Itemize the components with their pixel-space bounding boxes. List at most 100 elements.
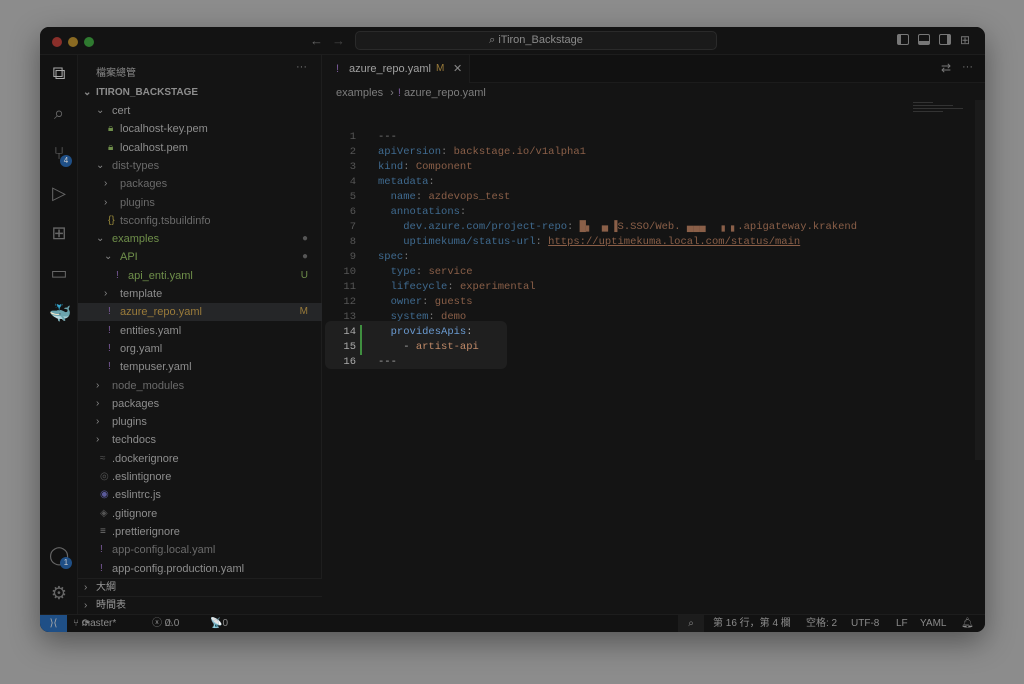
tree-item[interactable]: ⌄ dist-types [78, 157, 322, 175]
back-arrow-icon[interactable]: ← [310, 33, 323, 48]
tree-item[interactable]: › template [78, 285, 322, 303]
tree-item[interactable]: ⌄ cert [78, 102, 322, 120]
tree-item[interactable]: ⌄ API ● [78, 248, 322, 266]
search-icon[interactable]: ⌕ [49, 103, 69, 123]
tree-item[interactable]: ≡ .prettierignore [78, 523, 322, 541]
docker-icon[interactable]: 🐳 [49, 303, 71, 323]
tree-item[interactable]: ! tempuser.yaml [78, 358, 322, 376]
command-center-search[interactable]: ⌕ iTiron_Backstage [355, 31, 717, 50]
toggle-sidebar-icon[interactable] [897, 34, 909, 45]
tree-item[interactable]: › plugins [78, 194, 322, 212]
maximize-window-button[interactable] [84, 37, 94, 47]
code-line: name: azdevops_test [390, 191, 511, 203]
json-file-icon: {} [108, 214, 115, 226]
chevron-down-icon: ⌄ [96, 159, 105, 171]
code-line: apiVersion: backstage.io/v1alpha1 [378, 146, 586, 158]
more-actions-icon[interactable]: ··· [296, 61, 307, 73]
tree-item[interactable]: 🔒︎ localhost.pem [78, 139, 322, 157]
code-line: providesApis: [390, 326, 473, 338]
tree-item[interactable]: 🔒︎ localhost-key.pem [78, 120, 322, 138]
tree-item[interactable]: ◉ .eslintrc.js [78, 486, 322, 504]
open-changes-icon[interactable]: ⇄ [941, 61, 951, 75]
line-number: 10 [343, 266, 356, 278]
tree-item-label: .gitignore [112, 507, 158, 520]
language-mode[interactable]: YAML [920, 615, 947, 632]
tree-item[interactable]: ! org.yaml [78, 340, 322, 358]
indentation[interactable]: 空格: 2 [806, 615, 837, 632]
yaml-file-icon: ! [116, 269, 119, 281]
line-number: 1 [349, 131, 356, 143]
workspace-root[interactable]: ⌄ ITIRON_BACKSTAGE [78, 84, 322, 102]
lock-icon: 🔒︎ [108, 141, 114, 153]
tree-item[interactable]: ⌄ examples ● [78, 230, 322, 248]
tree-item[interactable]: ! app-config.local.yaml [78, 541, 322, 559]
run-debug-icon[interactable]: ▷ [49, 183, 69, 203]
more-actions-icon[interactable]: ··· [962, 61, 973, 73]
line-number: 13 [343, 311, 356, 323]
gear-icon[interactable]: ⚙ [49, 583, 69, 603]
forward-arrow-icon[interactable]: → [332, 33, 345, 48]
minimize-window-button[interactable] [68, 37, 78, 47]
remote-explorer-icon[interactable]: ▭ [49, 263, 69, 283]
encoding[interactable]: UTF-8 [851, 615, 879, 632]
close-window-button[interactable] [52, 37, 62, 47]
activity-bar: ⧉ ⌕ ⑂ 4 ▷ ⊞ ▭ 🐳 ◯ 1 ⚙ [40, 55, 78, 614]
tree-item[interactable]: › plugins [78, 413, 322, 431]
docker-file-icon: ≈ [100, 452, 106, 464]
ports-indicator[interactable]: 📡 0 [210, 615, 228, 632]
branch-indicator[interactable]: ⑂ master* ⟳ [73, 615, 116, 632]
tree-item-label: azure_repo.yaml [120, 306, 202, 319]
breadcrumb-folder[interactable]: examples [336, 87, 383, 99]
tree-item-label: .eslintrc.js [112, 489, 161, 502]
editor-area: ! azure_repo.yaml M ✕ ⇄ ··· examples ›! … [322, 55, 985, 614]
breadcrumb-file[interactable]: azure_repo.yaml [404, 87, 486, 99]
toggle-secondary-sidebar-icon[interactable] [939, 34, 951, 45]
files-icon[interactable]: ⧉ [49, 63, 69, 83]
tree-item[interactable]: {} tsconfig.tsbuildinfo [78, 212, 322, 230]
tree-item[interactable]: › packages [78, 395, 322, 413]
yaml-file-icon: ! [108, 306, 111, 318]
chevron-right-icon: › [104, 178, 108, 190]
cursor-position[interactable]: 第 16 行，第 4 欄 [713, 615, 791, 632]
tree-item[interactable]: ! entities.yaml [78, 322, 322, 340]
chevron-right-icon: › [96, 379, 100, 391]
tree-item[interactable]: › node_modules [78, 377, 322, 395]
extensions-icon[interactable]: ⊞ [49, 223, 69, 243]
yaml-file-icon: ! [108, 342, 111, 354]
tree-item[interactable]: ◈ .gitignore [78, 505, 322, 523]
tree-item-label: app-config.production.yaml [112, 562, 245, 575]
tree-item[interactable]: ◎ .eslintignore [78, 468, 322, 486]
minimap[interactable] [913, 100, 973, 130]
tree-item[interactable]: › packages [78, 175, 322, 193]
tree-item[interactable]: ! api_enti.yaml U [78, 267, 322, 285]
toggle-panel-icon[interactable] [918, 34, 930, 45]
added-line-gutter [360, 340, 362, 355]
tab-azure-repo-yaml[interactable]: ! azure_repo.yaml M ✕ [322, 55, 470, 83]
list-file-icon: ≡ [100, 525, 106, 537]
code-line: --- [378, 131, 397, 143]
code-line: owner: guests [390, 296, 473, 308]
timeline-section[interactable]: › 時間表 [78, 596, 322, 614]
eslint-js-file-icon: ◉ [100, 489, 109, 501]
git-file-icon: ◈ [100, 507, 108, 519]
close-tab-icon[interactable]: ✕ [453, 55, 462, 83]
code-line: kind: Component [378, 161, 473, 173]
tree-item-label: examples [112, 233, 160, 246]
vertical-scrollbar[interactable] [975, 100, 985, 460]
zoom-icon[interactable]: ⌕ [678, 615, 704, 632]
tree-item[interactable]: ! azure_repo.yaml M [78, 303, 322, 322]
customize-layout-icon[interactable]: ⊞ [960, 33, 970, 47]
tree-item[interactable]: ! app-config.production.yaml [78, 560, 322, 578]
tree-item[interactable]: ≈ .dockerignore [78, 450, 322, 468]
outline-section[interactable]: › 大綱 [78, 578, 322, 596]
code-line: metadata: [378, 176, 435, 188]
line-ending[interactable]: LF [896, 615, 908, 632]
remote-indicator-icon[interactable]: ⟩⟨ [40, 615, 67, 632]
line-number: 15 [343, 341, 356, 353]
line-number: 16 [343, 356, 356, 368]
problems-indicator[interactable]: ⓧ 0 ⚠ 0 [152, 615, 179, 632]
tree-item[interactable]: › techdocs [78, 431, 322, 449]
yaml-file-icon: ! [336, 63, 340, 75]
tree-item-label: API [120, 251, 138, 264]
notifications-bell-icon[interactable]: 🔔︎ [961, 615, 974, 632]
